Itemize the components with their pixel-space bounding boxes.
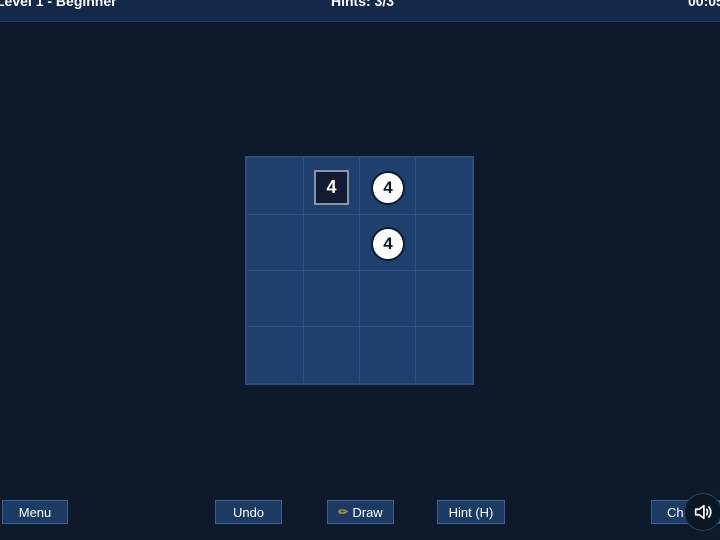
level-label: Level 1 - Beginner bbox=[0, 0, 117, 9]
grid-line bbox=[247, 326, 472, 327]
draw-button[interactable]: ✏ Draw bbox=[327, 500, 394, 524]
draw-button-label: Draw bbox=[352, 504, 383, 520]
sound-toggle-button[interactable] bbox=[684, 493, 720, 531]
hint-button[interactable]: Hint (H) bbox=[437, 500, 505, 524]
numbered-circle-cell[interactable]: 4 bbox=[371, 171, 405, 205]
numbered-circle-cell[interactable]: 4 bbox=[371, 227, 405, 261]
hints-counter: Hints: 3/3 bbox=[331, 0, 395, 9]
top-bar: Level 1 - Beginner Hints: 3/3 00:05 bbox=[0, 0, 720, 22]
undo-button[interactable]: Undo bbox=[215, 500, 282, 524]
grid-line bbox=[247, 214, 472, 215]
menu-button[interactable]: Menu bbox=[2, 500, 68, 524]
speaker-icon bbox=[694, 504, 712, 520]
puzzle-board[interactable]: 4 4 4 bbox=[245, 156, 474, 385]
grid-line bbox=[247, 270, 472, 271]
timer: 00:05 bbox=[688, 0, 720, 9]
numbered-wall-cell[interactable]: 4 bbox=[314, 170, 349, 205]
pencil-icon: ✏ bbox=[338, 505, 349, 519]
